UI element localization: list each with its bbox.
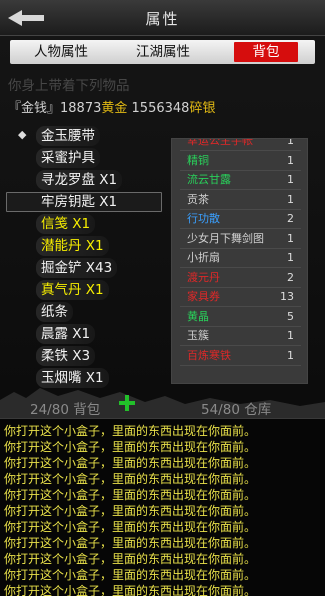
log-line: 你打开这个小盒子，里面的东西出现在你面前。 (4, 520, 257, 534)
log-line: 你打开这个小盒子，里面的东西出现在你面前。 (4, 456, 257, 470)
warehouse-item-name: 精铜 (187, 153, 209, 167)
log-line: 你打开这个小盒子，里面的东西出现在你面前。 (4, 488, 257, 502)
page-title: 属性 (145, 10, 180, 28)
warehouse-item-qty: 5 (287, 309, 294, 323)
warehouse-item-name: 流云甘露 (187, 173, 231, 186)
warehouse-item-qty: 1 (287, 231, 294, 245)
log-line: 你打开这个小盒子，里面的东西出现在你面前。 (4, 504, 257, 518)
bag-item[interactable]: 金玉腰带 (36, 126, 100, 146)
add-plus-icon[interactable] (117, 393, 137, 413)
tab-bag[interactable]: 背包 (234, 42, 298, 62)
warehouse-item-name: 百炼寒铁 (187, 348, 231, 362)
money-line: 『金钱』18873黄金 1556348碎银 (8, 97, 215, 116)
money-prefix: 『金钱』 (8, 101, 61, 116)
warehouse-item-qty: 1 (287, 348, 294, 362)
warehouse-item[interactable]: 百炼寒铁 1 (172, 345, 307, 366)
log-line: 你打开这个小盒子，里面的东西出现在你面前。 (4, 552, 257, 566)
game-screen: 属性 人物属性 江湖属性 背包 你身上带着下列物品 『金钱』18873黄金 15… (0, 0, 325, 596)
warehouse-item-qty: 2 (287, 212, 294, 225)
bag-item[interactable]: 牢房钥匙 X1 (36, 192, 122, 212)
warehouse-item[interactable]: 渡元丹 2 (172, 267, 307, 288)
warehouse-item[interactable]: 贡茶 1 (172, 189, 307, 210)
warehouse-item[interactable]: 家具券 13 (172, 286, 307, 307)
warehouse-item[interactable]: 精铜 1 (172, 150, 307, 171)
warehouse-item-name: 玉簇 (187, 329, 209, 342)
warehouse-item[interactable]: 流云甘露 1 (172, 169, 307, 190)
warehouse-item-qty: 1 (287, 192, 294, 206)
tab-jianghu-attributes[interactable]: 江湖属性 (128, 42, 198, 62)
warehouse-item-qty: 2 (287, 270, 294, 284)
warehouse-capacity: 54/80 仓库 (201, 402, 272, 418)
warehouse-item-qty: 1 (287, 329, 294, 342)
warehouse-item[interactable]: 小折扇 1 (172, 247, 307, 268)
silver-unit: 碎银 (189, 101, 216, 116)
carry-heading: 你身上带着下列物品 (8, 78, 130, 94)
warehouse-item[interactable]: 行功散 2 (172, 208, 307, 229)
bag-item-list: ◆ 金玉腰带 采蜜护具 寻龙罗盘 X1 牢房钥匙 X1 信笺 X1 潜能丹 X1… (0, 124, 170, 388)
warehouse-item-qty: 1 (287, 153, 294, 167)
bag-item[interactable]: 寻龙罗盘 X1 (36, 170, 123, 190)
bag-item[interactable]: 真气丹 X1 (36, 280, 109, 300)
warehouse-item-name: 行功散 (187, 212, 220, 225)
warehouse-item-qty: 1 (287, 251, 294, 264)
silver-amount: 1556348 (131, 101, 190, 116)
tab-person-attributes[interactable]: 人物属性 (26, 42, 96, 62)
bag-item[interactable]: 晨露 X1 (36, 324, 96, 344)
warehouse-item-name: 家具券 (187, 290, 220, 303)
message-log: 你打开这个小盒子，里面的东西出现在你面前。 你打开这个小盒子，里面的东西出现在你面… (0, 418, 325, 596)
diamond-pointer-icon: ◆ (18, 128, 27, 141)
log-line: 你打开这个小盒子，里面的东西出现在你面前。 (4, 440, 257, 454)
log-line: 你打开这个小盒子，里面的东西出现在你面前。 (4, 584, 257, 596)
bag-item[interactable]: 信笺 X1 (36, 214, 96, 234)
log-line: 你打开这个小盒子，里面的东西出现在你面前。 (4, 568, 257, 582)
warehouse-item[interactable]: 黄晶 5 (172, 306, 307, 327)
warehouse-item-qty: 13 (280, 290, 294, 303)
bag-item[interactable]: 纸条 (36, 302, 73, 322)
bag-item[interactable]: 潜能丹 X1 (36, 236, 109, 256)
warehouse-item-qty: 1 (287, 173, 294, 186)
bag-capacity: 24/80 背包 (30, 402, 101, 418)
gold-amount: 18873 (60, 101, 102, 116)
warehouse-item-name: 贡茶 (187, 192, 209, 206)
bag-item[interactable]: 掘金铲 X43 (36, 258, 118, 278)
warehouse-item[interactable]: 少女月下舞剑图 1 (172, 228, 307, 249)
warehouse-item-name: 黄晶 (187, 309, 209, 323)
log-line: 你打开这个小盒子，里面的东西出现在你面前。 (4, 472, 257, 486)
warehouse-list: 幸运公主手帐 1 精铜 1 流云甘露 1 贡茶 1 行功散 2 少女月下舞剑图 1 小折扇 1 渡元丹 2 家具… (171, 138, 308, 384)
tab-bar: 人物属性 江湖属性 背包 (10, 40, 315, 64)
gold-unit: 黄金 (101, 101, 128, 116)
header-bar: 属性 (0, 0, 325, 36)
warehouse-item-name: 渡元丹 (187, 270, 220, 284)
warehouse-item[interactable]: 玉簇 1 (172, 325, 307, 346)
warehouse-item-name: 少女月下舞剑图 (187, 231, 264, 245)
bag-item[interactable]: 采蜜护具 (36, 148, 100, 168)
warehouse-item-name: 小折扇 (187, 251, 220, 264)
bag-item[interactable]: 柔铁 X3 (36, 346, 96, 366)
log-line: 你打开这个小盒子，里面的东西出现在你面前。 (4, 424, 257, 438)
log-line: 你打开这个小盒子，里面的东西出现在你面前。 (4, 536, 257, 550)
